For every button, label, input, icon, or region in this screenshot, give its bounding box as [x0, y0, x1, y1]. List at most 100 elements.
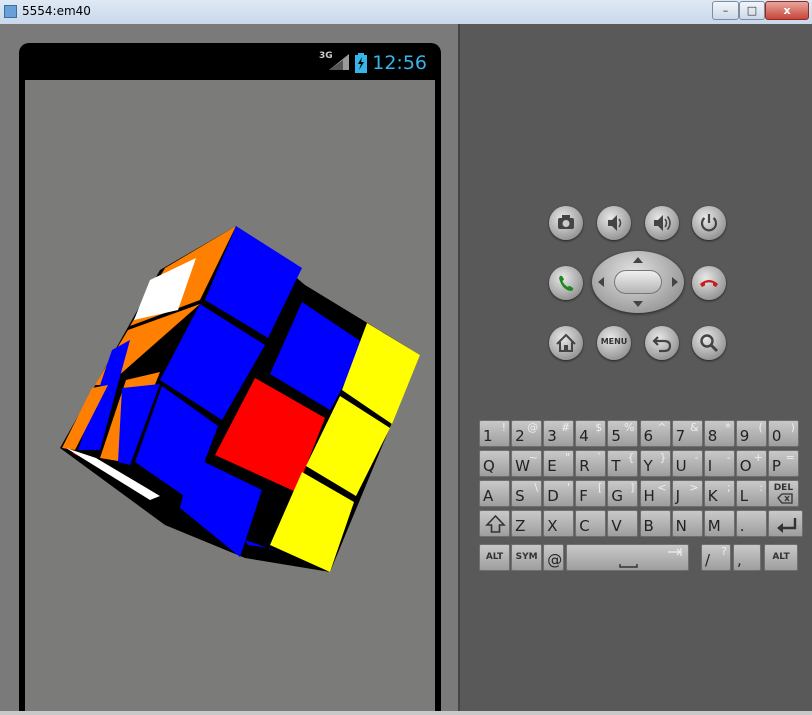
minimize-button[interactable]: – — [712, 1, 739, 20]
key-i[interactable]: I- — [703, 450, 735, 477]
key-5-alt-label: % — [623, 421, 635, 434]
key-k[interactable]: K; — [703, 480, 735, 507]
key-t[interactable]: T{ — [607, 450, 639, 477]
key-d[interactable]: D ' — [543, 480, 575, 507]
key-6[interactable]: 6 ^ — [639, 420, 671, 447]
home-button[interactable] — [549, 326, 583, 360]
comma-key[interactable]: , — [733, 544, 761, 571]
key-4[interactable]: 4 $ — [575, 420, 607, 447]
key-del[interactable]: DEL — [767, 480, 799, 507]
volume-up-button[interactable] — [645, 206, 679, 240]
key-z[interactable]: Z — [511, 510, 543, 537]
key-b[interactable]: B — [639, 510, 671, 537]
key-r[interactable]: R ` — [575, 450, 607, 477]
key-q-label: Q — [483, 457, 495, 475]
key-y-alt-label: } — [659, 451, 667, 464]
dpad[interactable] — [592, 251, 684, 313]
key-w-label: W — [515, 457, 530, 475]
key-u[interactable]: U- — [671, 450, 703, 477]
key-9[interactable]: 9( — [735, 420, 767, 447]
key-m-label: M — [707, 517, 721, 535]
end-call-button[interactable] — [692, 266, 726, 300]
key-v[interactable]: V — [607, 510, 639, 537]
key-i-alt-label: - — [726, 451, 731, 464]
key-8[interactable]: 8 * — [703, 420, 735, 447]
key-4-label: 4 — [579, 427, 589, 445]
camera-button[interactable] — [549, 206, 583, 240]
enter-key[interactable] — [767, 510, 803, 537]
key-e-label: E — [547, 457, 557, 475]
key-i-label: I — [707, 457, 713, 475]
key-0-label: 0 — [771, 427, 782, 445]
key-y[interactable]: Y} — [639, 450, 671, 477]
key-s[interactable]: S \ — [511, 480, 543, 507]
key-h-alt-label: < — [657, 481, 667, 494]
key-2[interactable]: 2 @ — [511, 420, 543, 447]
slash-key[interactable]: /? — [701, 544, 731, 571]
emulator-control-panel — [458, 24, 812, 715]
key-0[interactable]: 0) — [767, 420, 799, 447]
key-m[interactable]: M — [703, 510, 735, 537]
key-o-alt-label: + — [753, 451, 763, 464]
at-key[interactable]: @ — [543, 544, 565, 571]
volume-down-button[interactable] — [597, 206, 631, 240]
sym-key[interactable]: SYM — [511, 544, 543, 571]
volume-up-icon — [654, 215, 671, 231]
signal-icon — [329, 54, 349, 70]
alt-left-key[interactable]: ALT — [479, 544, 510, 571]
space-key[interactable] — [566, 544, 690, 571]
key-z-label: Z — [515, 517, 526, 535]
key-8-label: 8 — [707, 427, 718, 445]
key-v-label: V — [611, 517, 622, 535]
app-icon — [4, 5, 17, 18]
key-period[interactable]: . — [735, 510, 767, 537]
rubiks-cube-3d[interactable] — [25, 80, 435, 715]
key-n[interactable]: N — [671, 510, 703, 537]
maximize-button[interactable]: □ — [739, 1, 765, 20]
hardware-keyboard: 1! 2 @3 #4 $5% 6 ^ 7 & 8 * 9(0) Q W ~ E " R ` T{Y} U - I - O + P = A… — [479, 420, 803, 576]
back-button[interactable] — [645, 326, 679, 360]
key-w[interactable]: W ~ — [511, 450, 543, 477]
key-1-alt-label: ! — [501, 421, 506, 434]
key-5[interactable]: 5% — [607, 420, 639, 447]
key-1[interactable]: 1! — [479, 420, 510, 447]
power-icon — [700, 214, 718, 232]
key-x[interactable]: X — [543, 510, 575, 537]
key-3[interactable]: 3 # — [543, 420, 575, 447]
key-s-label: S — [515, 487, 525, 505]
at-key-label: @ — [547, 551, 563, 569]
key-h[interactable]: H < — [639, 480, 671, 507]
alt-left-key-label: ALT — [485, 552, 504, 562]
shift-key[interactable] — [479, 510, 510, 537]
key-q[interactable]: Q — [479, 450, 510, 477]
key-j[interactable]: J > — [671, 480, 703, 507]
key-u-alt-label: - — [694, 451, 699, 464]
call-button[interactable] — [549, 266, 583, 300]
key-b-label: B — [643, 517, 654, 535]
key-l[interactable]: L: — [735, 480, 767, 507]
key-4-alt-label: $ — [595, 421, 603, 434]
key-g[interactable]: G] — [607, 480, 639, 507]
device-screen[interactable] — [25, 80, 435, 715]
key-1-label: 1 — [483, 427, 493, 445]
key-period-label: . — [739, 517, 745, 535]
comma-key-label: , — [737, 551, 742, 569]
dpad-center-button[interactable] — [614, 270, 662, 294]
key-n-label: N — [675, 517, 687, 535]
search-button[interactable] — [692, 326, 726, 360]
key-p[interactable]: P = — [767, 450, 799, 477]
shift-arrow-icon — [485, 514, 506, 533]
alt-right-key[interactable]: ALT — [764, 544, 798, 571]
key-o[interactable]: O + — [735, 450, 767, 477]
menu-button[interactable]: MENU — [597, 326, 631, 360]
key-a[interactable]: A — [479, 480, 510, 507]
close-button[interactable]: x — [765, 1, 809, 20]
key-7[interactable]: 7 & — [671, 420, 703, 447]
key-c[interactable]: C — [575, 510, 607, 537]
key-g-alt-label: ] — [630, 481, 635, 494]
key-e[interactable]: E " — [543, 450, 575, 477]
power-button[interactable] — [692, 206, 726, 240]
key-f[interactable]: F[ — [575, 480, 607, 507]
key-l-label: L — [739, 487, 749, 505]
key-3-label: 3 — [547, 427, 557, 445]
